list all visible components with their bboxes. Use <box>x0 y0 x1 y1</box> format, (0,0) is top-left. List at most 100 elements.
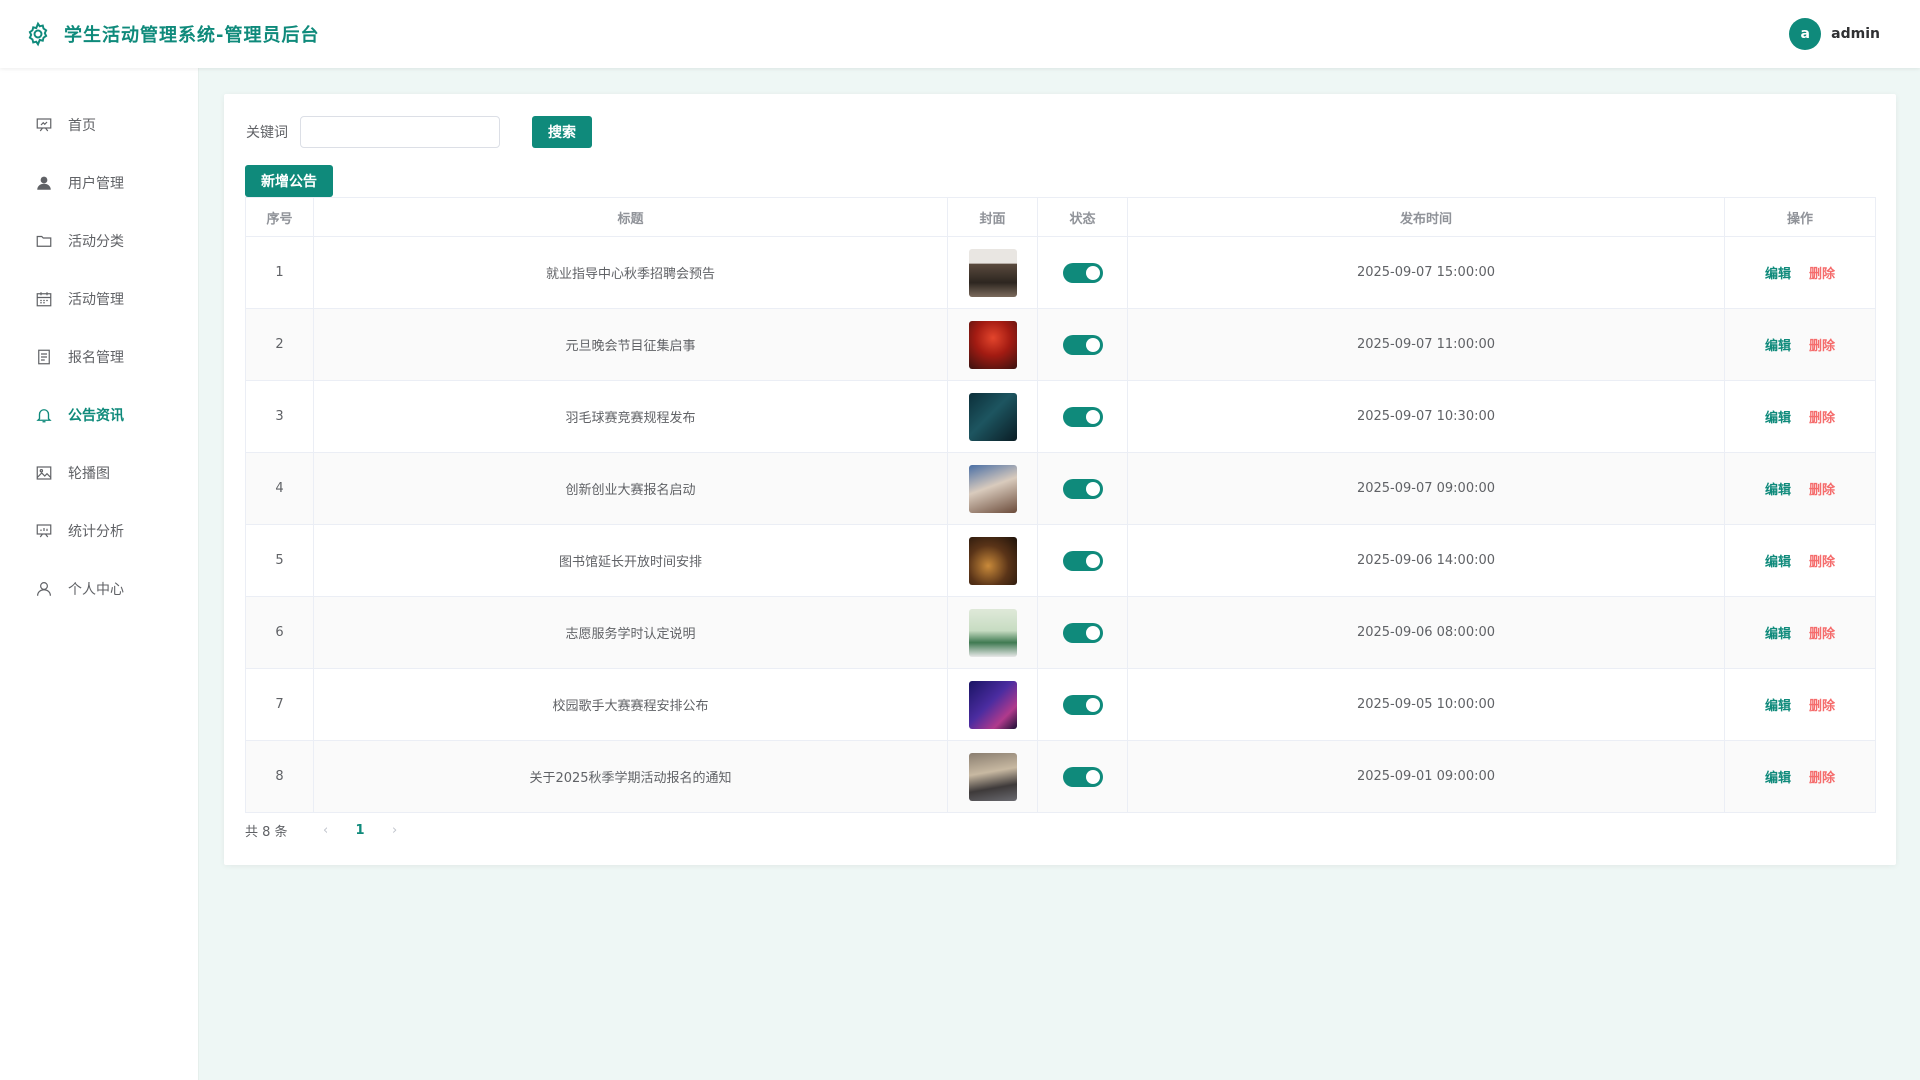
edit-button[interactable]: 编辑 <box>1765 267 1791 282</box>
row-publish-time: 2025-09-07 09:00:00 <box>1127 452 1725 525</box>
sidebar-item-profile[interactable]: 个人中心 <box>0 560 198 618</box>
user-filled-icon <box>37 176 51 190</box>
cover-image[interactable] <box>968 608 1017 657</box>
status-toggle[interactable] <box>1062 694 1103 715</box>
user-menu[interactable]: a admin <box>1789 18 1880 50</box>
edit-button[interactable]: 编辑 <box>1765 771 1791 786</box>
row-title: 创新创业大赛报名启动 <box>313 452 948 525</box>
sidebar-item-label: 活动管理 <box>68 292 124 308</box>
row-publish-time: 2025-09-06 08:00:00 <box>1127 596 1725 669</box>
search-button[interactable]: 搜索 <box>532 116 592 148</box>
row-title: 元旦晚会节目征集启事 <box>313 308 948 381</box>
edit-button[interactable]: 编辑 <box>1765 555 1791 570</box>
data-board-icon <box>36 524 52 538</box>
row-index: 7 <box>245 668 314 741</box>
pagination: 共 8 条 ‹ 1 › <box>245 821 405 840</box>
row-index: 4 <box>245 452 314 525</box>
sidebar: 首页 用户管理 活动分类 活动管理 报名管理 公告资讯 轮播图 统计分析 个人中… <box>0 68 199 1080</box>
table-row: 7 校园歌手大赛赛程安排公布 2025-09-05 10:00:00 编辑 删除 <box>245 668 1876 741</box>
delete-button[interactable]: 删除 <box>1809 771 1835 786</box>
edit-button[interactable]: 编辑 <box>1765 339 1791 354</box>
sidebar-item-activity-category[interactable]: 活动分类 <box>0 212 198 270</box>
status-toggle[interactable] <box>1062 478 1103 499</box>
gear-icon <box>25 21 51 47</box>
column-header-status: 状态 <box>1037 197 1128 237</box>
edit-button[interactable]: 编辑 <box>1765 627 1791 642</box>
table-row: 3 羽毛球赛竞赛规程发布 2025-09-07 10:30:00 编辑 删除 <box>245 380 1876 453</box>
main-card: 关键词 搜索 新增公告 序号 标题 封面 状态 发布时间 操作 1 就业指导中心… <box>224 94 1896 865</box>
status-toggle[interactable] <box>1062 262 1103 283</box>
status-toggle[interactable] <box>1062 550 1103 571</box>
row-index: 5 <box>245 524 314 597</box>
row-index: 6 <box>245 596 314 669</box>
sidebar-item-users[interactable]: 用户管理 <box>0 154 198 212</box>
table-row: 5 图书馆延长开放时间安排 2025-09-06 14:00:00 编辑 删除 <box>245 524 1876 597</box>
cover-image[interactable] <box>968 536 1017 585</box>
status-toggle[interactable] <box>1062 334 1103 355</box>
edit-button[interactable]: 编辑 <box>1765 411 1791 426</box>
delete-button[interactable]: 删除 <box>1809 555 1835 570</box>
status-toggle[interactable] <box>1062 622 1103 643</box>
cover-image[interactable] <box>968 464 1017 513</box>
sidebar-item-registration[interactable]: 报名管理 <box>0 328 198 386</box>
column-header-index: 序号 <box>245 197 314 237</box>
username[interactable]: admin <box>1831 26 1880 42</box>
app-title: 学生活动管理系统-管理员后台 <box>64 25 320 46</box>
column-header-cover: 封面 <box>947 197 1038 237</box>
row-title: 就业指导中心秋季招聘会预告 <box>313 236 948 309</box>
table-row: 4 创新创业大赛报名启动 2025-09-07 09:00:00 编辑 删除 <box>245 452 1876 525</box>
cover-image[interactable] <box>968 248 1017 297</box>
chevron-right-icon[interactable]: › <box>385 823 405 838</box>
table-row: 6 志愿服务学时认定说明 2025-09-06 08:00:00 编辑 删除 <box>245 596 1876 669</box>
avatar[interactable]: a <box>1789 18 1822 50</box>
user-icon <box>37 582 51 596</box>
sidebar-item-label: 首页 <box>68 118 96 134</box>
delete-button[interactable]: 删除 <box>1809 699 1835 714</box>
calendar-icon <box>36 292 52 307</box>
status-toggle[interactable] <box>1062 766 1103 787</box>
table-row: 8 关于2025秋季学期活动报名的通知 2025-09-01 09:00:00 … <box>245 740 1876 813</box>
table-row: 1 就业指导中心秋季招聘会预告 2025-09-07 15:00:00 编辑 删除 <box>245 236 1876 309</box>
sidebar-item-label: 统计分析 <box>68 524 124 540</box>
row-publish-time: 2025-09-07 15:00:00 <box>1127 236 1725 309</box>
sidebar-item-label: 活动分类 <box>68 234 124 250</box>
chevron-left-icon[interactable]: ‹ <box>316 823 336 838</box>
search-label: 关键词 <box>246 125 288 141</box>
table-row: 2 元旦晚会节目征集启事 2025-09-07 11:00:00 编辑 删除 <box>245 308 1876 381</box>
cover-image[interactable] <box>968 392 1017 441</box>
delete-button[interactable]: 删除 <box>1809 627 1835 642</box>
edit-button[interactable]: 编辑 <box>1765 483 1791 498</box>
cover-image[interactable] <box>968 320 1017 369</box>
sidebar-item-home[interactable]: 首页 <box>0 96 198 154</box>
row-title: 羽毛球赛竞赛规程发布 <box>313 380 948 453</box>
row-publish-time: 2025-09-07 10:30:00 <box>1127 380 1725 453</box>
row-publish-time: 2025-09-06 14:00:00 <box>1127 524 1725 597</box>
sidebar-item-label: 用户管理 <box>68 176 124 192</box>
document-icon <box>38 349 50 365</box>
row-publish-time: 2025-09-07 11:00:00 <box>1127 308 1725 381</box>
search-input[interactable] <box>300 116 500 148</box>
delete-button[interactable]: 删除 <box>1809 267 1835 282</box>
cover-image[interactable] <box>968 752 1017 801</box>
row-title: 志愿服务学时认定说明 <box>313 596 948 669</box>
add-announcement-button[interactable]: 新增公告 <box>245 165 333 197</box>
status-toggle[interactable] <box>1062 406 1103 427</box>
sidebar-item-activity-management[interactable]: 活动管理 <box>0 270 198 328</box>
folder-icon <box>36 235 52 247</box>
delete-button[interactable]: 删除 <box>1809 483 1835 498</box>
delete-button[interactable]: 删除 <box>1809 411 1835 426</box>
page-number[interactable]: 1 <box>356 823 365 838</box>
row-index: 1 <box>245 236 314 309</box>
sidebar-item-announcements[interactable]: 公告资讯 <box>0 386 198 444</box>
sidebar-item-label: 报名管理 <box>68 350 124 366</box>
presentation-board-icon <box>36 118 52 132</box>
sidebar-item-label: 公告资讯 <box>68 408 124 424</box>
row-publish-time: 2025-09-05 10:00:00 <box>1127 668 1725 741</box>
cover-image[interactable] <box>968 680 1017 729</box>
edit-button[interactable]: 编辑 <box>1765 699 1791 714</box>
sidebar-item-carousel[interactable]: 轮播图 <box>0 444 198 502</box>
sidebar-item-statistics[interactable]: 统计分析 <box>0 502 198 560</box>
table-header-row: 序号 标题 封面 状态 发布时间 操作 <box>245 197 1876 237</box>
column-header-title: 标题 <box>313 197 948 237</box>
delete-button[interactable]: 删除 <box>1809 339 1835 354</box>
